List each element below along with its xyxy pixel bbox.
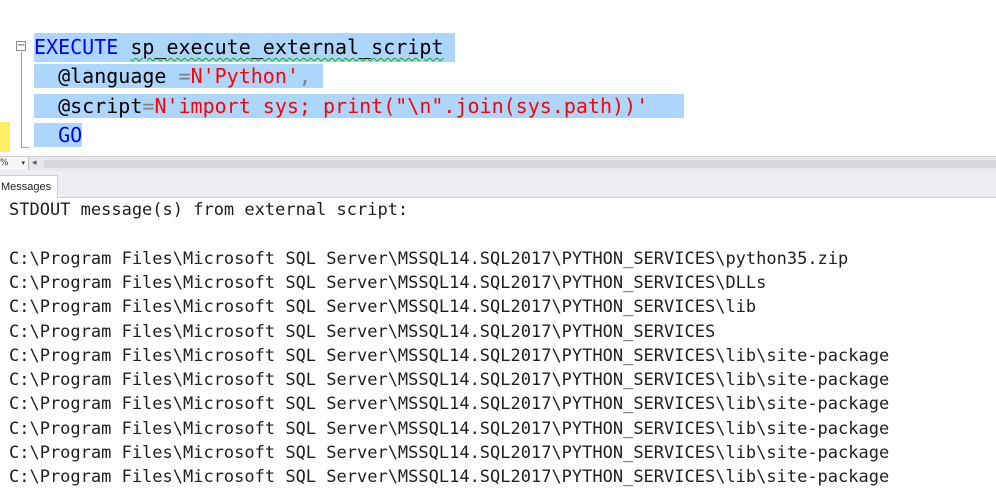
message-line: C:\Program Files\Microsoft SQL Server\MS… — [9, 467, 890, 488]
procedure-name: sp_execute_external_script — [130, 35, 444, 59]
message-line: C:\Program Files\Microsoft SQL Server\MS… — [9, 443, 890, 463]
message-line: C:\Program Files\Microsoft SQL Server\MS… — [9, 272, 767, 293]
keyword-go: GO — [58, 123, 83, 147]
fold-guide-end — [21, 147, 29, 148]
message-line: C:\Program Files\Microsoft SQL Server\MS… — [9, 297, 757, 318]
tab-messages[interactable]: Messages — [0, 175, 59, 198]
message-line: C:\Program Files\Microsoft SQL Server\MS… — [9, 394, 890, 415]
chevron-down-icon: ▾ — [21, 159, 25, 167]
comma: , — [298, 64, 311, 88]
code-line-2[interactable]: @language =N'Python', — [34, 62, 324, 91]
param-script: @script — [58, 94, 143, 118]
language-value: N'Python' — [190, 64, 299, 88]
zoom-dropdown[interactable]: % ▾ — [0, 157, 29, 170]
message-line: C:\Program Files\Microsoft SQL Server\MS… — [9, 418, 890, 439]
fold-guide — [21, 52, 22, 148]
collapse-icon[interactable]: − — [16, 41, 26, 51]
zoom-value: % — [0, 158, 9, 168]
change-marker — [0, 122, 10, 152]
keyword-execute: EXECUTE — [34, 35, 119, 59]
results-tabbar: Messages — [0, 171, 996, 198]
code-line-4[interactable]: GO — [34, 121, 83, 150]
code-line-3[interactable]: @script=N'import sys; print("\n".join(sy… — [34, 92, 685, 121]
code-line-1[interactable]: EXECUTE sp_execute_external_script — [34, 33, 456, 62]
assign-operator: = — [166, 64, 191, 88]
param-language: @language — [58, 64, 167, 88]
script-value: N'import sys; print("\n".join(sys.path))… — [154, 94, 649, 118]
messages-header: STDOUT message(s) from external script: — [9, 200, 409, 220]
assign-operator: = — [142, 94, 155, 118]
message-line: C:\Program Files\Microsoft SQL Server\MS… — [9, 370, 890, 391]
horizontal-scrollbar[interactable] — [44, 160, 996, 168]
query-editor[interactable]: − EXECUTE sp_execute_external_script @la… — [0, 0, 996, 156]
editor-status-strip: % ▾ ◂ — [0, 156, 996, 171]
message-line: C:\Program Files\Microsoft SQL Server\MS… — [9, 321, 716, 342]
scroll-left-icon[interactable]: ◂ — [32, 157, 42, 170]
message-line: C:\Program Files\Microsoft SQL Server\MS… — [9, 248, 849, 269]
messages-pane: STDOUT message(s) from external script: C… — [0, 198, 996, 502]
message-line: C:\Program Files\Microsoft SQL Server\MS… — [9, 345, 890, 366]
